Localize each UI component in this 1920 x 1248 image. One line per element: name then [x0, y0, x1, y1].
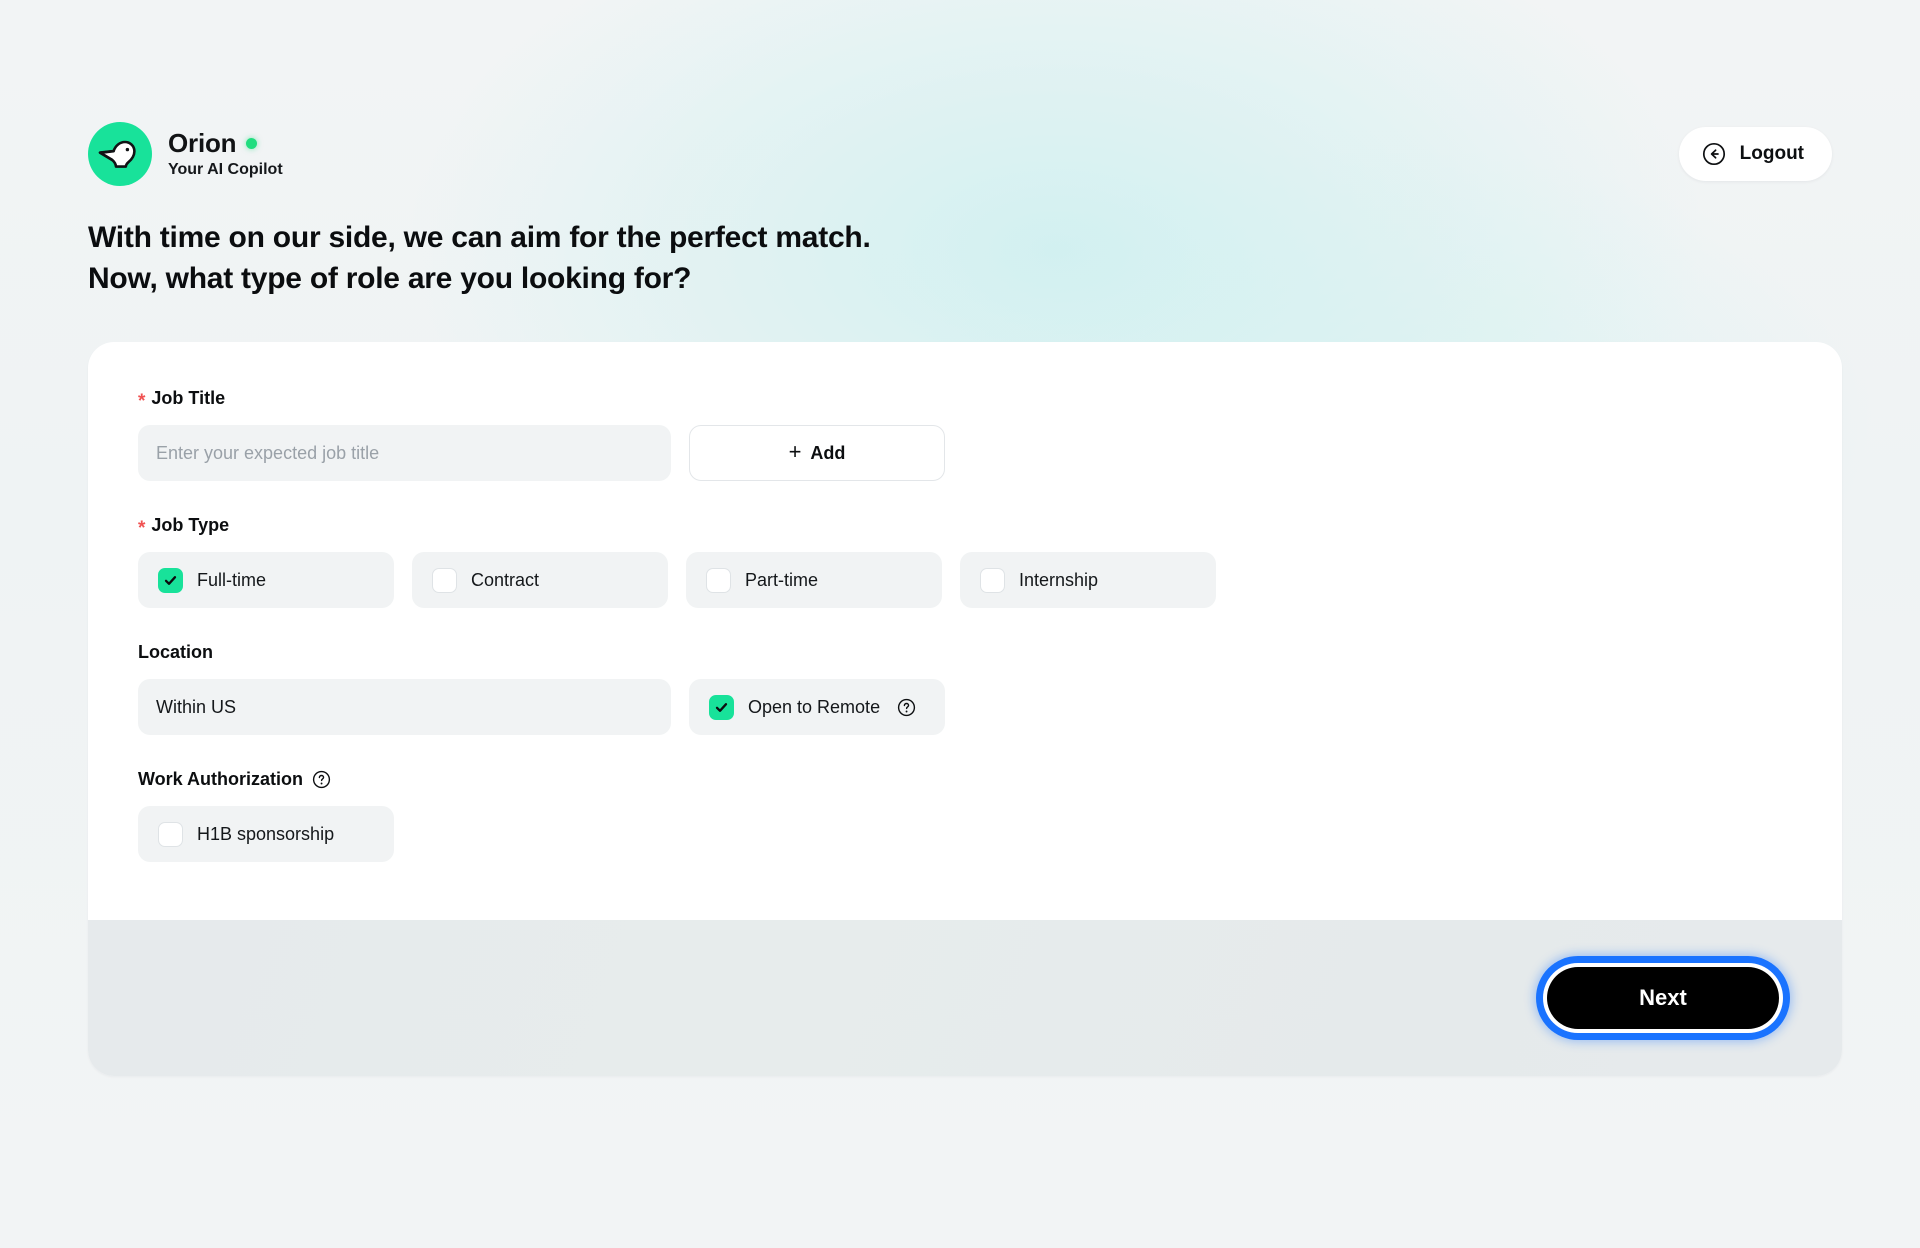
onboarding-page: Orion Your AI Copilot Logout With time o…: [0, 0, 1920, 1248]
work-authorization-option-label: H1B sponsorship: [197, 823, 335, 844]
location-label-text: Location: [138, 642, 213, 662]
question-circle-icon[interactable]: [312, 770, 331, 789]
page-title-line-1: With time on our side, we can aim for th…: [88, 221, 871, 254]
job-type-option-label: Internship: [1019, 569, 1099, 590]
plus-icon: +: [788, 439, 802, 464]
page-title: With time on our side, we can aim for th…: [88, 218, 871, 299]
job-type-options: Full-time Contract Part-time Internship: [138, 552, 1792, 608]
next-button-focus-ring: Next: [1536, 956, 1790, 1040]
form-card-footer: Next: [88, 920, 1842, 1076]
checkbox-internship[interactable]: [980, 567, 1005, 593]
bird-logo-icon: [88, 122, 152, 186]
field-job-type: * Job Type Full-time Contract Part-time …: [138, 515, 1792, 608]
work-authorization-options: H1B sponsorship: [138, 806, 1792, 862]
next-button[interactable]: Next: [1547, 967, 1779, 1029]
job-title-input[interactable]: [138, 425, 671, 481]
checkbox-part-time[interactable]: [706, 567, 731, 593]
job-title-row: + Add: [138, 425, 1792, 481]
job-title-label-text: Job Title: [151, 388, 226, 408]
checkbox-contract[interactable]: [432, 567, 457, 593]
field-job-title: * Job Title + Add: [138, 388, 1792, 481]
status-dot: [246, 137, 258, 149]
checkbox-open-to-remote[interactable]: [709, 694, 734, 720]
open-to-remote-label: Open to Remote: [748, 696, 881, 717]
next-button-focus-gap: Next: [1543, 963, 1783, 1033]
location-select[interactable]: Within US: [138, 679, 671, 735]
job-type-option-label: Part-time: [745, 569, 819, 590]
required-marker: *: [138, 391, 146, 412]
location-row: Within US Open to Remote: [138, 679, 1792, 735]
logout-button[interactable]: Logout: [1678, 127, 1832, 181]
work-authorization-option-h1b[interactable]: H1B sponsorship: [138, 806, 394, 862]
field-location: Location Within US Open to Remote: [138, 642, 1792, 735]
brand-name-row: Orion: [168, 129, 283, 158]
logout-label: Logout: [1739, 143, 1804, 164]
job-type-option-label: Contract: [471, 569, 540, 590]
checkbox-full-time[interactable]: [158, 567, 183, 593]
job-type-option-full-time[interactable]: Full-time: [138, 552, 394, 608]
job-type-option-contract[interactable]: Contract: [412, 552, 668, 608]
form-card: * Job Title + Add * Job Type: [88, 342, 1842, 1076]
brand-text: Orion Your AI Copilot: [168, 129, 283, 179]
job-type-option-internship[interactable]: Internship: [960, 552, 1216, 608]
job-type-label-text: Job Type: [151, 515, 230, 535]
job-title-label: * Job Title: [138, 388, 1792, 412]
job-type-option-label: Full-time: [197, 569, 267, 590]
add-button-label: Add: [810, 442, 846, 463]
job-type-option-part-time[interactable]: Part-time: [686, 552, 942, 608]
required-marker: *: [138, 518, 146, 539]
work-authorization-label: Work Authorization: [138, 769, 1792, 790]
brand: Orion Your AI Copilot: [88, 122, 283, 186]
field-work-authorization: Work Authorization H1B sponsorship: [138, 769, 1792, 862]
work-authorization-label-text: Work Authorization: [138, 769, 303, 789]
form-card-body: * Job Title + Add * Job Type: [88, 342, 1842, 920]
checkbox-h1b-sponsorship[interactable]: [158, 821, 183, 847]
page-title-line-2: Now, what type of role are you looking f…: [88, 261, 692, 295]
brand-name: Orion: [168, 128, 237, 159]
open-to-remote-option[interactable]: Open to Remote: [689, 679, 945, 735]
location-label: Location: [138, 642, 1792, 663]
job-type-label: * Job Type: [138, 515, 1792, 539]
page-header: Orion Your AI Copilot Logout: [88, 118, 1832, 190]
location-value: Within US: [156, 696, 237, 717]
add-job-title-button[interactable]: + Add: [689, 425, 945, 481]
question-circle-icon[interactable]: [897, 698, 916, 717]
brand-subtitle: Your AI Copilot: [168, 160, 283, 178]
arrow-left-circle-icon: [1701, 141, 1727, 167]
